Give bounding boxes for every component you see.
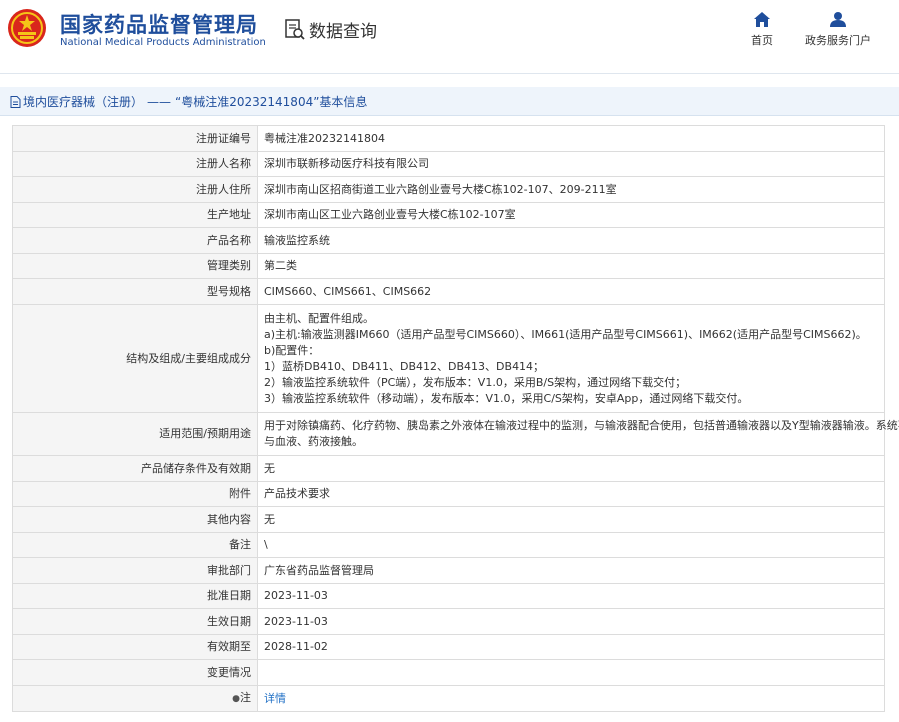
- field-value: 深圳市南山区工业六路创业壹号大楼C栋102-107室: [257, 202, 885, 228]
- table-row: 适用范围/预期用途 用于对除镇痛药、化疗药物、胰岛素之外液体在输液过程中的监测，…: [12, 412, 899, 456]
- field-label: 适用范围/预期用途: [12, 412, 258, 456]
- table-row: 有效期至 2028-11-02: [12, 634, 885, 660]
- field-label: 有效期至: [12, 634, 258, 660]
- table-row: 产品名称 输液监控系统: [12, 227, 885, 254]
- field-label: 审批部门: [12, 557, 258, 584]
- table-row: 产品储存条件及有效期 无: [12, 455, 885, 482]
- field-value: 无: [257, 506, 885, 533]
- field-label: 型号规格: [12, 278, 258, 305]
- table-row: 型号规格 CIMS660、CIMS661、CIMS662: [12, 278, 885, 305]
- field-label: 注册证编号: [12, 125, 258, 152]
- field-value: [257, 659, 885, 686]
- details-cell: 详情: [257, 685, 885, 712]
- field-value: 粤械注准20232141804: [257, 125, 885, 152]
- field-label: 产品储存条件及有效期: [12, 455, 258, 482]
- field-label: 变更情况: [12, 659, 258, 686]
- query-title-text: 数据查询: [309, 22, 377, 42]
- breadcrumb-category-link[interactable]: 境内医疗器械（注册）: [23, 93, 143, 110]
- table-row: 结构及组成/主要组成成分 由主机、配置件组成。 a)主机:输液监测器IM660（…: [12, 304, 885, 413]
- breadcrumb: 境内医疗器械（注册） —— “粤械注准20232141804”基本信息: [0, 87, 899, 116]
- table-row: 管理类别 第二类: [12, 253, 885, 279]
- field-value: 无: [257, 455, 885, 482]
- field-label: 备注: [12, 532, 258, 558]
- field-value: 输液监控系统: [257, 227, 885, 254]
- field-label: 其他内容: [12, 506, 258, 533]
- site-header: 国家药品监督管理局 National Medical Products Admi…: [0, 0, 899, 74]
- document-icon: [10, 95, 21, 108]
- data-query-title: 数据查询: [284, 17, 377, 42]
- agency-name-en: National Medical Products Administration: [60, 37, 266, 48]
- field-value: 深圳市南山区招商街道工业六路创业壹号大楼C栋102-107、209-211室: [257, 176, 885, 203]
- note-label-text: 注: [240, 691, 251, 704]
- table-row: 其他内容 无: [12, 506, 885, 533]
- field-label: 注册人名称: [12, 151, 258, 177]
- field-label: 产品名称: [12, 227, 258, 254]
- field-value-multiline: 由主机、配置件组成。 a)主机:输液监测器IM660（适用产品型号CIMS660…: [257, 304, 885, 413]
- breadcrumb-current: “粤械注准20232141804”基本信息: [175, 95, 368, 109]
- info-bullet-icon: ●: [232, 694, 240, 704]
- nav-home-label: 首页: [751, 34, 773, 47]
- registration-info-table: 注册证编号 粤械注准20232141804 注册人名称 深圳市联新移动医疗科技有…: [12, 125, 899, 712]
- field-value: \: [257, 532, 885, 558]
- table-row: 注册人住所 深圳市南山区招商街道工业六路创业壹号大楼C栋102-107、209-…: [12, 176, 885, 203]
- nav-home[interactable]: 首页: [746, 12, 778, 48]
- field-label: 结构及组成/主要组成成分: [12, 304, 258, 413]
- field-value: 2023-11-03: [257, 608, 885, 635]
- composition-line: a)主机:输液监测器IM660（适用产品型号CIMS660）、IM661(适用产…: [264, 327, 867, 341]
- field-label: 生产地址: [12, 202, 258, 228]
- nav-service-portal[interactable]: 政务服务门户: [800, 12, 876, 48]
- home-icon: [754, 12, 770, 27]
- field-value: 广东省药品监督管理局: [257, 557, 885, 584]
- composition-line: b)配置件：: [264, 343, 320, 357]
- field-label: 附件: [12, 481, 258, 507]
- composition-line: 1）蓝桥DB410、DB411、DB412、DB413、DB414；: [264, 359, 545, 373]
- user-icon: [830, 12, 846, 27]
- nav-portal-label: 政务服务门户: [805, 34, 871, 47]
- table-row: 附件 产品技术要求: [12, 481, 885, 507]
- field-label: 管理类别: [12, 253, 258, 279]
- intended-use-line: 用于对除镇痛药、化疗药物、胰岛素之外液体在输液过程中的监测，与输液器配合使用，包…: [264, 419, 899, 432]
- table-row: 生效日期 2023-11-03: [12, 608, 885, 635]
- field-value: 深圳市联新移动医疗科技有限公司: [257, 151, 885, 177]
- table-row: 生产地址 深圳市南山区工业六路创业壹号大楼C栋102-107室: [12, 202, 885, 228]
- table-row: 备注 \: [12, 532, 885, 558]
- intended-use-line: 与血液、药液接触。: [264, 435, 363, 448]
- table-row: 注册人名称 深圳市联新移动医疗科技有限公司: [12, 151, 885, 177]
- table-row: 注册证编号 粤械注准20232141804: [12, 125, 885, 152]
- table-row: 变更情况: [12, 659, 885, 686]
- table-row: ●注 详情: [12, 685, 885, 712]
- national-emblem-icon: [8, 9, 46, 47]
- table-row: 批准日期 2023-11-03: [12, 583, 885, 609]
- field-value: 产品技术要求: [257, 481, 885, 507]
- field-label: 批准日期: [12, 583, 258, 609]
- agency-name-cn: 国家药品监督管理局: [60, 13, 258, 37]
- note-label: ●注: [12, 685, 258, 712]
- field-label: 生效日期: [12, 608, 258, 635]
- document-search-icon: [285, 18, 305, 40]
- field-value: CIMS660、CIMS661、CIMS662: [257, 278, 885, 305]
- field-label: 注册人住所: [12, 176, 258, 203]
- composition-line: 由主机、配置件组成。: [264, 311, 374, 325]
- field-value: 2028-11-02: [257, 634, 885, 660]
- table-row: 审批部门 广东省药品监督管理局: [12, 557, 885, 584]
- breadcrumb-separator: ——: [147, 94, 172, 109]
- composition-line: 3）输液监控系统软件（移动端），发布版本：V1.0，采用C/S架构，安卓App，…: [264, 391, 749, 405]
- field-value: 2023-11-03: [257, 583, 885, 609]
- composition-line: 2）输液监控系统软件（PC端），发布版本：V1.0，采用B/S架构，通过网络下载…: [264, 375, 687, 389]
- field-value-multiline: 用于对除镇痛药、化疗药物、胰岛素之外液体在输液过程中的监测，与输液器配合使用，包…: [257, 412, 899, 456]
- field-value: 第二类: [257, 253, 885, 279]
- details-link[interactable]: 详情: [264, 692, 286, 705]
